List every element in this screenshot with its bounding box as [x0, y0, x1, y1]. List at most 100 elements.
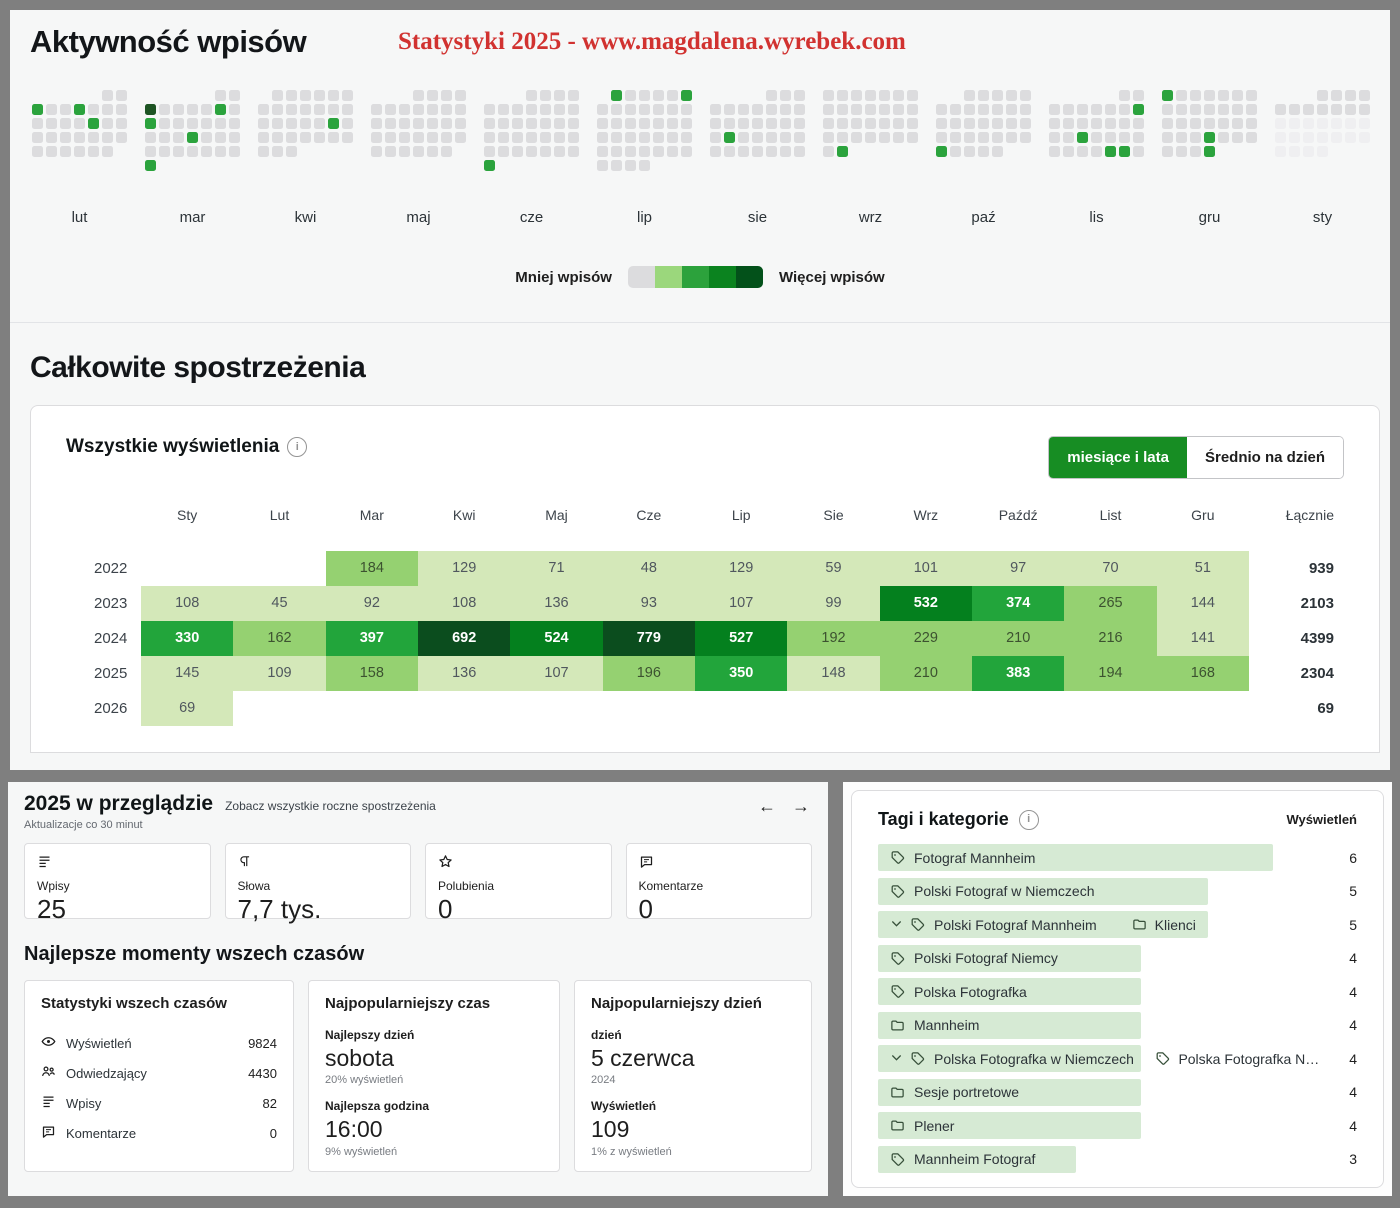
activity-day-cell[interactable] — [837, 104, 848, 115]
tag-row[interactable]: Sesje portretowe 4 — [878, 1079, 1357, 1106]
activity-day-cell[interactable] — [342, 90, 353, 101]
activity-day-cell[interactable] — [1020, 118, 1031, 129]
activity-day-cell[interactable] — [625, 90, 636, 101]
activity-day-cell[interactable] — [286, 104, 297, 115]
activity-day-cell[interactable] — [611, 160, 622, 171]
activity-day-cell[interactable] — [611, 146, 622, 157]
activity-day-cell[interactable] — [74, 146, 85, 157]
activity-day-cell[interactable] — [74, 104, 85, 115]
activity-day-cell[interactable] — [484, 160, 495, 171]
activity-day-cell[interactable] — [173, 118, 184, 129]
activity-day-cell[interactable] — [441, 132, 452, 143]
activity-day-cell[interactable] — [681, 104, 692, 115]
activity-day-cell[interactable] — [1020, 90, 1031, 101]
activity-day-cell[interactable] — [1119, 146, 1130, 157]
activity-day-cell[interactable] — [1275, 132, 1286, 143]
activity-day-cell[interactable] — [300, 132, 311, 143]
activity-day-cell[interactable] — [724, 146, 735, 157]
activity-day-cell[interactable] — [681, 132, 692, 143]
review-stat-card[interactable]: Słowa 7,7 tys. — [225, 843, 412, 919]
activity-day-cell[interactable] — [526, 132, 537, 143]
activity-day-cell[interactable] — [611, 104, 622, 115]
activity-day-cell[interactable] — [1162, 90, 1173, 101]
activity-day-cell[interactable] — [1162, 132, 1173, 143]
tag-row[interactable]: Polski Fotograf MannheimKlienci 5 — [878, 911, 1357, 938]
tag-row[interactable]: Mannheim 4 — [878, 1012, 1357, 1039]
activity-day-cell[interactable] — [667, 132, 678, 143]
activity-day-cell[interactable] — [1119, 90, 1130, 101]
info-icon[interactable]: i — [287, 437, 307, 457]
activity-day-cell[interactable] — [32, 146, 43, 157]
activity-day-cell[interactable] — [1359, 118, 1370, 129]
activity-day-cell[interactable] — [498, 104, 509, 115]
activity-day-cell[interactable] — [625, 160, 636, 171]
activity-day-cell[interactable] — [766, 118, 777, 129]
activity-day-cell[interactable] — [1204, 132, 1215, 143]
activity-day-cell[interactable] — [413, 90, 424, 101]
activity-day-cell[interactable] — [1133, 104, 1144, 115]
activity-day-cell[interactable] — [752, 146, 763, 157]
activity-day-cell[interactable] — [1218, 132, 1229, 143]
activity-day-cell[interactable] — [851, 104, 862, 115]
activity-day-cell[interactable] — [399, 146, 410, 157]
activity-day-cell[interactable] — [639, 90, 650, 101]
activity-day-cell[interactable] — [766, 90, 777, 101]
activity-day-cell[interactable] — [215, 104, 226, 115]
activity-day-cell[interactable] — [1331, 104, 1342, 115]
activity-day-cell[interactable] — [611, 118, 622, 129]
activity-day-cell[interactable] — [187, 104, 198, 115]
activity-day-cell[interactable] — [1119, 132, 1130, 143]
activity-day-cell[interactable] — [752, 132, 763, 143]
activity-day-cell[interactable] — [201, 104, 212, 115]
activity-day-cell[interactable] — [1063, 104, 1074, 115]
activity-day-cell[interactable] — [116, 90, 127, 101]
activity-day-cell[interactable] — [1218, 90, 1229, 101]
activity-day-cell[interactable] — [1232, 118, 1243, 129]
activity-day-cell[interactable] — [865, 118, 876, 129]
activity-day-cell[interactable] — [964, 146, 975, 157]
activity-day-cell[interactable] — [1289, 146, 1300, 157]
activity-day-cell[interactable] — [597, 146, 608, 157]
activity-day-cell[interactable] — [1331, 132, 1342, 143]
activity-day-cell[interactable] — [964, 90, 975, 101]
activity-day-cell[interactable] — [611, 90, 622, 101]
activity-day-cell[interactable] — [498, 132, 509, 143]
activity-day-cell[interactable] — [978, 132, 989, 143]
activity-day-cell[interactable] — [1246, 90, 1257, 101]
tag-row[interactable]: Fotograf Mannheim 6 — [878, 844, 1357, 871]
activity-day-cell[interactable] — [1204, 146, 1215, 157]
activity-day-cell[interactable] — [526, 90, 537, 101]
toggle-months-years-button[interactable]: miesiące i lata — [1049, 437, 1187, 478]
activity-day-cell[interactable] — [724, 118, 735, 129]
activity-day-cell[interactable] — [837, 90, 848, 101]
activity-day-cell[interactable] — [992, 104, 1003, 115]
activity-day-cell[interactable] — [229, 132, 240, 143]
activity-day-cell[interactable] — [823, 132, 834, 143]
activity-day-cell[interactable] — [865, 90, 876, 101]
activity-day-cell[interactable] — [385, 146, 396, 157]
activity-day-cell[interactable] — [568, 104, 579, 115]
activity-day-cell[interactable] — [964, 132, 975, 143]
activity-day-cell[interactable] — [667, 146, 678, 157]
activity-day-cell[interactable] — [780, 132, 791, 143]
activity-day-cell[interactable] — [1317, 118, 1328, 129]
toggle-daily-average-button[interactable]: Średnio na dzień — [1187, 437, 1343, 478]
activity-day-cell[interactable] — [540, 132, 551, 143]
activity-day-cell[interactable] — [1317, 90, 1328, 101]
activity-day-cell[interactable] — [879, 90, 890, 101]
activity-day-cell[interactable] — [766, 132, 777, 143]
activity-day-cell[interactable] — [1063, 146, 1074, 157]
activity-day-cell[interactable] — [1049, 146, 1060, 157]
activity-day-cell[interactable] — [794, 118, 805, 129]
activity-day-cell[interactable] — [88, 132, 99, 143]
activity-day-cell[interactable] — [554, 118, 565, 129]
activity-day-cell[interactable] — [215, 132, 226, 143]
activity-day-cell[interactable] — [145, 160, 156, 171]
activity-day-cell[interactable] — [738, 132, 749, 143]
activity-day-cell[interactable] — [992, 132, 1003, 143]
activity-day-cell[interactable] — [187, 146, 198, 157]
activity-day-cell[interactable] — [399, 104, 410, 115]
activity-day-cell[interactable] — [568, 132, 579, 143]
activity-day-cell[interactable] — [413, 146, 424, 157]
activity-day-cell[interactable] — [60, 132, 71, 143]
